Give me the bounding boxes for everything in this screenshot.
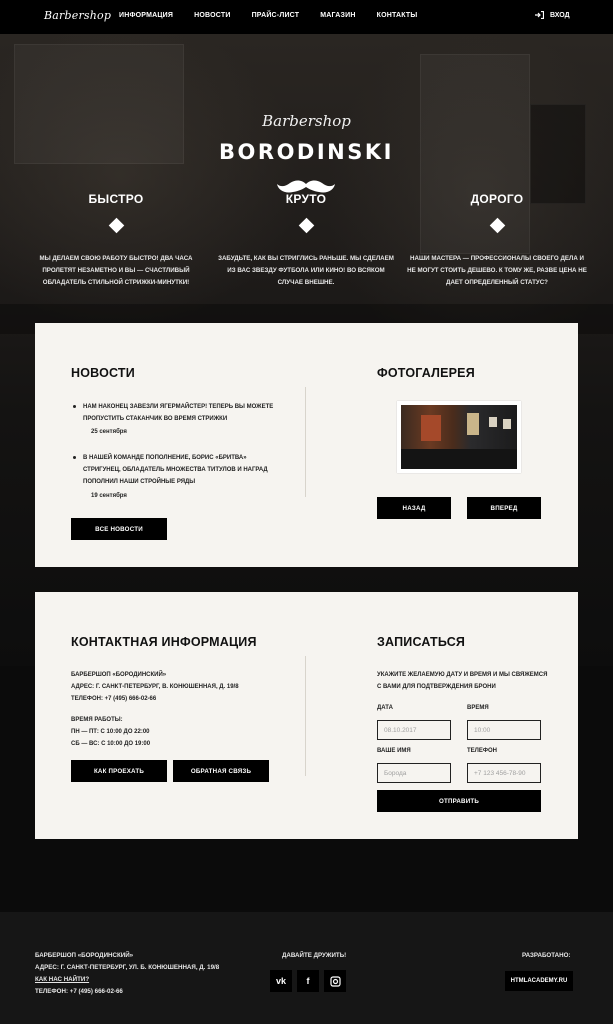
menu-item-shop[interactable]: МАГАЗИН [320, 12, 355, 19]
phone-field[interactable]: +7 123 456-78-90 [467, 763, 541, 783]
brand-name-row: BORODINSKI [211, 138, 402, 166]
contacts-title: КОНТАКТНАЯ ИНФОРМАЦИЯ [71, 635, 257, 649]
footer: БАРБЕРШОП «БОРОДИНСКИЙ» АДРЕС: Г. САНКТ-… [0, 912, 613, 1024]
card-divider [305, 387, 306, 497]
gallery-next-button[interactable]: ВПЕРЕД [467, 497, 541, 519]
footer-contacts: БАРБЕРШОП «БОРОДИНСКИЙ» АДРЕС: Г. САНКТ-… [35, 950, 219, 998]
gallery-photo [397, 401, 521, 473]
diamond-icon [108, 217, 124, 234]
phone-label: ТЕЛЕФОН [467, 748, 497, 754]
news-date: 25 сентября [91, 429, 127, 435]
facebook-icon[interactable]: f [297, 970, 319, 992]
brand-script: Barbershop [262, 112, 351, 130]
hours-title: ВРЕМЯ РАБОТЫ: [71, 717, 123, 723]
feature-title: КРУТО [285, 192, 327, 206]
news-title: НОВОСТИ [71, 366, 135, 380]
gallery-prev-button[interactable]: НАЗАД [377, 497, 451, 519]
login-icon [535, 11, 544, 19]
footer-route-link[interactable]: КАК НАС НАЙТИ? [35, 974, 219, 986]
menu-item-contacts[interactable]: КОНТАКТЫ [377, 12, 418, 19]
barbershop-interior-image [401, 405, 517, 469]
footer-dev-title: РАЗРАБОТАНО: [522, 952, 571, 959]
diamond-icon [489, 217, 505, 234]
menu-item-price[interactable]: ПРАЙС-ЛИСТ [252, 12, 300, 19]
card-divider [305, 656, 306, 776]
feature-text: ЗАБУДЬТЕ, КАК ВЫ СТРИГЛИСЬ РАНЬШЕ. МЫ СД… [218, 255, 394, 286]
instagram-icon[interactable] [324, 970, 346, 992]
news-gallery-card: НОВОСТИ НАМ НАКОНЕЦ ЗАВЕЗЛИ ЯГЕРМАЙСТЕР!… [35, 323, 578, 567]
contacts-address: АДРЕС: Г. САНКТ-ПЕТЕРБУРГ, В. КОНЮШЕННАЯ… [71, 684, 239, 690]
menu-item-info[interactable]: ИНФОРМАЦИЯ [119, 12, 173, 19]
background-shelf [14, 44, 184, 164]
all-news-button[interactable]: ВСЕ НОВОСТИ [71, 518, 167, 540]
feature-title: БЫСТРО [88, 192, 144, 206]
feature-text: НАШИ МАСТЕРА — ПРОФЕССИОНАЛЫ СВОЕГО ДЕЛА… [407, 255, 587, 286]
brand-name: BORODINSKI [219, 140, 394, 164]
footer-social-title: ДАВАЙТЕ ДРУЖИТЬ! [282, 952, 347, 959]
booking-intro: УКАЖИТЕ ЖЕЛАЕМУЮ ДАТУ И ВРЕМЯ И МЫ СВЯЖЕ… [377, 672, 548, 690]
hours-weekend: СБ — ВС: С 10:00 ДО 19:00 [71, 741, 151, 747]
menu-item-news[interactable]: НОВОСТИ [194, 12, 230, 19]
footer-phone: ТЕЛЕФОН: +7 (495) 666-02-66 [35, 988, 123, 995]
date-field[interactable]: 08.10.2017 [377, 720, 451, 740]
login-link[interactable]: ВХОД [535, 11, 570, 19]
name-label: ВАШЕ ИМЯ [377, 748, 411, 754]
top-navigation: Barbershop ИНФОРМАЦИЯ НОВОСТИ ПРАЙС-ЛИСТ… [0, 0, 613, 34]
news-item[interactable]: НАМ НАКОНЕЦ ЗАВЕЗЛИ ЯГЕРМАЙСТЕР! ТЕПЕРЬ … [73, 401, 283, 425]
feature-text: МЫ ДЕЛАЕМ СВОЮ РАБОТУ БЫСТРО! ДВА ЧАСА П… [39, 255, 193, 286]
name-field[interactable]: Борода [377, 763, 451, 783]
contacts-name: БАРБЕРШОП «БОРОДИНСКИЙ» [71, 672, 167, 678]
feature-cool: КРУТО ЗАБУДЬТЕ, КАК ВЫ СТРИГЛИСЬ РАНЬШЕ.… [216, 192, 396, 289]
time-field[interactable]: 10:00 [467, 720, 541, 740]
contacts-booking-card: КОНТАКТНАЯ ИНФОРМАЦИЯ БАРБЕРШОП «БОРОДИН… [35, 592, 578, 839]
main-menu: ИНФОРМАЦИЯ НОВОСТИ ПРАЙС-ЛИСТ МАГАЗИН КО… [119, 12, 438, 19]
htmlacademy-link[interactable]: HTMLACADEMY.RU [505, 971, 573, 991]
footer-name: БАРБЕРШОП «БОРОДИНСКИЙ» [35, 952, 134, 959]
time-label: ВРЕМЯ [467, 705, 489, 711]
feedback-button[interactable]: ОБРАТНАЯ СВЯЗЬ [173, 760, 269, 782]
route-button[interactable]: КАК ПРОЕХАТЬ [71, 760, 167, 782]
diamond-ornament-icon [398, 150, 402, 154]
feature-fast: БЫСТРО МЫ ДЕЛАЕМ СВОЮ РАБОТУ БЫСТРО! ДВА… [26, 192, 206, 289]
feature-expensive: ДОРОГО НАШИ МАСТЕРА — ПРОФЕССИОНАЛЫ СВОЕ… [407, 192, 587, 289]
gallery-title: ФОТОГАЛЕРЕЯ [377, 366, 475, 380]
news-item[interactable]: В НАШЕЙ КОМАНДЕ ПОПОЛНЕНИЕ, БОРИС «БРИТВ… [73, 452, 283, 488]
submit-button[interactable]: ОТПРАВИТЬ [377, 790, 541, 812]
diamond-ornament-icon [211, 150, 215, 154]
booking-title: ЗАПИСАТЬСЯ [377, 635, 466, 649]
diamond-icon [298, 217, 314, 234]
date-label: ДАТА [377, 705, 393, 711]
hours-weekdays: ПН — ПТ: С 10:00 ДО 22:00 [71, 729, 150, 735]
instagram-glyph [329, 975, 341, 987]
login-label: ВХОД [550, 11, 570, 19]
feature-title: ДОРОГО [470, 192, 524, 206]
contacts-phone: ТЕЛЕФОН: +7 (495) 666-02-66 [71, 696, 157, 702]
news-date: 19 сентября [91, 493, 127, 499]
brand-block: Barbershop BORODINSKI [0, 112, 613, 193]
footer-address: АДРЕС: Г. САНКТ-ПЕТЕРБУРГ, УЛ. Б. КОНЮШЕ… [35, 964, 220, 971]
site-logo[interactable]: Barbershop [44, 9, 111, 22]
vk-icon[interactable]: vk [270, 970, 292, 992]
